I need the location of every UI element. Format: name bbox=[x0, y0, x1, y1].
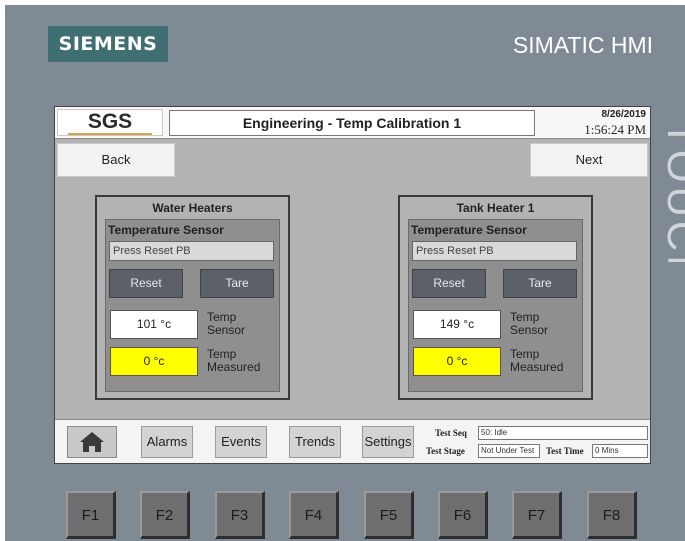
temp-measured-caption: Temp Measured bbox=[510, 348, 563, 374]
time-display: 1:56:24 PM bbox=[584, 122, 646, 137]
settings-button[interactable]: Settings bbox=[362, 426, 414, 458]
touch-mark: TOUCH bbox=[651, 112, 685, 262]
f6-key[interactable]: F6 bbox=[438, 491, 488, 539]
sgs-logo: SGS bbox=[57, 109, 163, 136]
reset-button[interactable]: Reset bbox=[109, 269, 183, 298]
temp-measured-caption-line2: Measured bbox=[207, 360, 261, 374]
temp-sensor-caption: Temp Sensor bbox=[207, 311, 245, 337]
product-name: SIMATIC HMI bbox=[512, 32, 653, 58]
temp-measured-caption: Temp Measured bbox=[207, 348, 260, 374]
f5-key[interactable]: F5 bbox=[364, 491, 414, 539]
temp-sensor-value: 101 °c bbox=[110, 310, 198, 339]
temp-measured-value: 0 °c bbox=[110, 347, 198, 376]
f2-key[interactable]: F2 bbox=[140, 491, 190, 539]
house-icon bbox=[80, 432, 104, 452]
panel-title: Water Heaters bbox=[152, 201, 233, 215]
test-time-field: 0 Mins bbox=[592, 444, 648, 458]
f3-key[interactable]: F3 bbox=[215, 491, 265, 539]
date-display: 8/26/2019 bbox=[601, 109, 647, 120]
f1-key[interactable]: F1 bbox=[66, 491, 116, 539]
logo-underline bbox=[68, 133, 152, 135]
temp-sensor-caption: Temp Sensor bbox=[510, 311, 548, 337]
sensor-label: Temperature Sensor bbox=[108, 223, 224, 237]
sensor-label: Temperature Sensor bbox=[411, 223, 527, 237]
touch-mark-text: TOUCH bbox=[659, 121, 685, 262]
trends-button[interactable]: Trends bbox=[289, 426, 341, 458]
sensor-group: Temperature Sensor Press Reset PB Reset … bbox=[105, 219, 280, 392]
temp-measured-caption-line2: Measured bbox=[510, 360, 564, 374]
test-stage-field: Not Under Test bbox=[478, 444, 540, 458]
siemens-logo: SIEMENS bbox=[48, 26, 168, 62]
sensor-group: Temperature Sensor Press Reset PB Reset … bbox=[408, 219, 583, 392]
f7-key[interactable]: F7 bbox=[512, 491, 562, 539]
bottom-bar: Alarms Events Trends Settings Test Seq 5… bbox=[55, 419, 650, 463]
test-seq-label: Test Seq bbox=[435, 428, 467, 438]
tare-button[interactable]: Tare bbox=[503, 269, 577, 298]
panel-title: Tank Heater 1 bbox=[456, 201, 535, 215]
f8-key[interactable]: F8 bbox=[587, 491, 637, 539]
hmi-screen: SGS Engineering - Temp Calibration 1 8/2… bbox=[54, 106, 651, 464]
sgs-logo-text: SGS bbox=[87, 110, 133, 133]
alarms-button[interactable]: Alarms bbox=[141, 426, 193, 458]
test-stage-label: Test Stage bbox=[426, 446, 465, 456]
home-button[interactable] bbox=[67, 426, 117, 458]
page-title: Engineering - Temp Calibration 1 bbox=[169, 110, 535, 136]
reset-button[interactable]: Reset bbox=[412, 269, 486, 298]
tare-button[interactable]: Tare bbox=[200, 269, 274, 298]
test-seq-field: 50: Idle bbox=[478, 426, 648, 440]
f4-key[interactable]: F4 bbox=[289, 491, 339, 539]
temp-sensor-caption-line2: Sensor bbox=[207, 323, 246, 337]
test-time-label: Test Time bbox=[546, 446, 584, 456]
tank-heater-1-panel: Tank Heater 1 Temperature Sensor Press R… bbox=[398, 195, 593, 400]
events-button[interactable]: Events bbox=[215, 426, 267, 458]
temp-sensor-caption-line2: Sensor bbox=[510, 323, 549, 337]
status-message-field: Press Reset PB bbox=[109, 241, 274, 261]
temp-sensor-value: 149 °c bbox=[413, 310, 501, 339]
header-bar: SGS Engineering - Temp Calibration 1 8/2… bbox=[55, 107, 650, 139]
status-message-field: Press Reset PB bbox=[412, 241, 577, 261]
water-heaters-panel: Water Heaters Temperature Sensor Press R… bbox=[95, 195, 290, 400]
back-button[interactable]: Back bbox=[57, 143, 175, 177]
temp-measured-value: 0 °c bbox=[413, 347, 501, 376]
next-button[interactable]: Next bbox=[530, 143, 648, 177]
